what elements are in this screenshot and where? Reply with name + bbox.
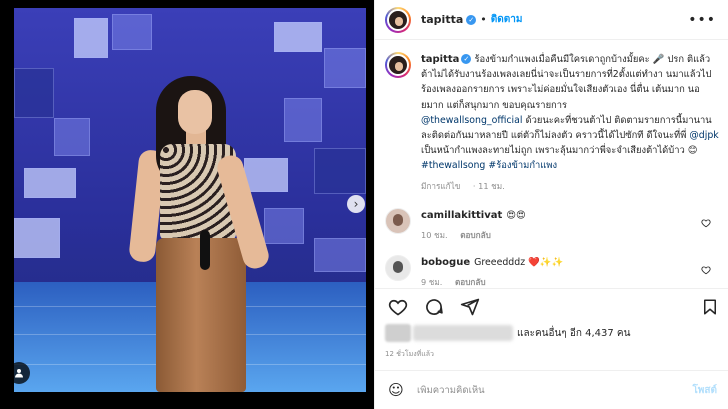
caption-mention[interactable]: @djpk [689, 130, 718, 141]
liker-avatar-blurred [385, 324, 411, 342]
reply-button[interactable]: ตอบกลับ [460, 230, 491, 240]
comment-meta: 10 ชม. ตอบกลับ [421, 228, 719, 243]
caption-hashtag[interactable]: #thewallsong [421, 160, 485, 171]
likes-summary[interactable]: และคนอื่นๆ อีก 4,437 คน [385, 323, 725, 343]
comment-text: Greeedddz ❤️✨✨ [474, 257, 564, 269]
comment-like-heart-icon[interactable] [701, 218, 711, 231]
bookmark-icon[interactable] [697, 294, 723, 320]
microphone [200, 230, 210, 270]
caption-mention[interactable]: @thewallsong_official [421, 115, 523, 126]
emoji-icon[interactable]: ☺ [385, 379, 407, 401]
comment-composer: ☺ โพสต์ [375, 370, 728, 409]
comment-time: 9 ชม. [421, 277, 443, 288]
carousel-next-button[interactable]: › [347, 195, 365, 213]
more-options-icon[interactable]: ••• [688, 12, 716, 28]
comment-time: 10 ชม. [421, 230, 448, 241]
commenter-avatar[interactable] [385, 255, 411, 282]
author-avatar[interactable] [385, 6, 411, 33]
commenter-avatar[interactable] [385, 207, 411, 234]
caption-text: เป็นหน้ากำแพงละทายไม่ถูก เพราะลุ้นมากว่า… [421, 145, 698, 157]
liker-name-blurred [413, 325, 513, 341]
edited-label: มีการแก้ไข · 11 ชม. [421, 180, 505, 191]
comment-icon[interactable] [421, 294, 447, 320]
share-icon[interactable] [457, 294, 483, 320]
caption: tapitta ✓ ร้องข้ามกำแพงเมื่อคืนมีใครเดาถูก… [385, 52, 719, 194]
post-comment-button[interactable]: โพสต์ [692, 383, 717, 398]
comment-username[interactable]: camillakittivat [421, 210, 502, 221]
caption-hashtag[interactable]: #ร้องข้ามกำแพง [485, 160, 557, 171]
author-username[interactable]: tapitta [421, 13, 463, 26]
comment-text: 😍😍 [506, 209, 526, 221]
comment-item: bobogue Greeedddz ❤️✨✨ 9 ชม. ตอบกลับ [385, 255, 719, 288]
performer [128, 70, 294, 392]
caption-meta: มีการแก้ไข · 11 ชม. [421, 179, 719, 194]
post-photo[interactable] [14, 8, 366, 392]
comment-username[interactable]: bobogue [421, 257, 470, 268]
post-photo-pane: › [0, 0, 374, 409]
follow-button[interactable]: ติดตาม [491, 12, 523, 27]
likes-count-text[interactable]: และคนอื่นๆ อีก 4,437 คน [517, 326, 630, 341]
caption-username[interactable]: tapitta [421, 54, 459, 65]
comments-list[interactable]: tapitta ✓ ร้องข้ามกำแพงเมื่อคืนมีใครเดาถูก… [375, 40, 728, 288]
action-bar [375, 288, 728, 324]
heart-icon[interactable] [385, 294, 411, 320]
post-timestamp: 12 ชั่วโมงที่แล้ว [385, 350, 434, 358]
comment-item: camillakittivat 😍😍 10 ชม. ตอบกลับ [385, 207, 719, 243]
user-tag-icon[interactable] [8, 362, 30, 384]
post-header: tapitta ✓ • ติดตาม ••• [375, 0, 728, 40]
comment-meta: 9 ชม. ตอบกลับ [421, 275, 719, 288]
comment-input[interactable] [417, 384, 667, 396]
post-sidebar: tapitta ✓ • ติดตาม ••• tapitta ✓ ร้องข้ามก… [374, 0, 728, 409]
caption-avatar[interactable] [385, 52, 411, 78]
comment-like-heart-icon[interactable] [701, 265, 711, 278]
header-separator: • [480, 13, 487, 26]
verified-badge-icon: ✓ [461, 54, 472, 64]
reply-button[interactable]: ตอบกลับ [455, 277, 486, 287]
verified-badge-icon: ✓ [466, 14, 477, 25]
